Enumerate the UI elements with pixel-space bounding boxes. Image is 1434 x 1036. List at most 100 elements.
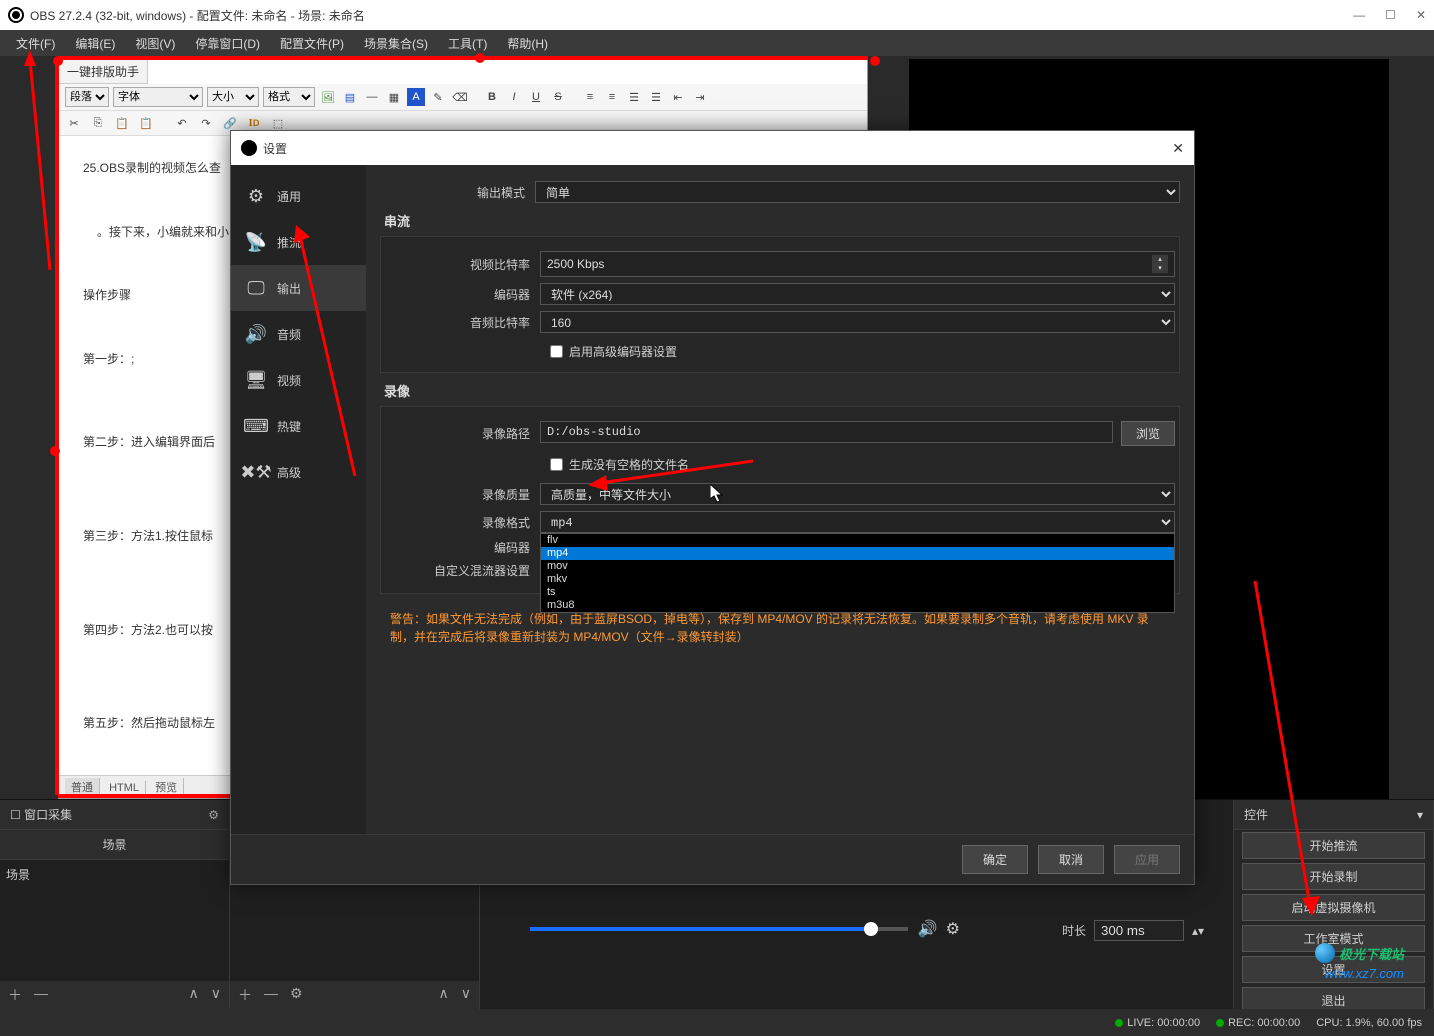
fontcolor-icon[interactable]: A xyxy=(407,88,425,106)
remove-source-button[interactable]: — xyxy=(264,985,278,1005)
image-icon[interactable]: 🖼 xyxy=(319,88,337,106)
redo-icon[interactable]: ↷ xyxy=(197,114,215,132)
sidebar-item-hotkeys[interactable]: ⌨热键 xyxy=(231,403,366,449)
no-space-checkbox[interactable] xyxy=(550,458,563,471)
size-select[interactable]: 大小 xyxy=(207,87,259,107)
paste-icon[interactable]: 📋 xyxy=(113,114,131,132)
advanced-encoder-checkbox[interactable] xyxy=(550,345,563,358)
source-down-button[interactable]: ∨ xyxy=(461,985,471,1005)
video-bitrate-input[interactable] xyxy=(547,255,1152,273)
recording-quality-select[interactable]: 高质量，中等文件大小 xyxy=(540,483,1175,505)
start-virtualcam-button[interactable]: 启动虚拟摄像机 xyxy=(1242,894,1425,921)
format-select[interactable]: 格式 xyxy=(263,87,315,107)
sidebar-item-audio[interactable]: 🔊音频 xyxy=(231,311,366,357)
menu-file[interactable]: 文件(F) xyxy=(6,31,65,56)
start-recording-button[interactable]: 开始录制 xyxy=(1242,863,1425,890)
cancel-button[interactable]: 取消 xyxy=(1038,845,1104,874)
output-mode-select[interactable]: 简单 xyxy=(535,181,1180,203)
hr-icon[interactable]: — xyxy=(363,88,381,106)
source-props-button[interactable]: ⚙ xyxy=(290,985,303,1005)
strike-icon[interactable]: S xyxy=(549,88,567,106)
menubar: 文件(F) 编辑(E) 视图(V) 停靠窗口(D) 配置文件(P) 场景集合(S… xyxy=(0,30,1434,56)
scene-up-button[interactable]: ∧ xyxy=(189,985,199,1005)
apply-button[interactable]: 应用 xyxy=(1114,845,1180,874)
outdent-icon[interactable]: ⇤ xyxy=(669,88,687,106)
italic-icon[interactable]: I xyxy=(505,88,523,106)
mixer-gear-icon[interactable]: ⚙ xyxy=(946,919,960,939)
ok-button[interactable]: 确定 xyxy=(962,845,1028,874)
menu-tools[interactable]: 工具(T) xyxy=(438,31,497,56)
display-icon: 🖥 xyxy=(245,369,267,391)
remove-scene-button[interactable]: — xyxy=(34,985,48,1005)
sidebar-item-advanced[interactable]: ✖⚒高级 xyxy=(231,449,366,495)
add-scene-button[interactable]: ＋ xyxy=(8,985,22,1005)
list-ol-icon[interactable]: ☰ xyxy=(647,88,665,106)
menu-edit[interactable]: 编辑(E) xyxy=(65,31,125,56)
align-left-icon[interactable]: ≡ xyxy=(581,88,599,106)
style-select[interactable]: 段落 xyxy=(65,87,109,107)
recording-path-input[interactable] xyxy=(540,421,1113,443)
live-status: LIVE: 00:00:00 xyxy=(1127,1017,1200,1029)
undo-icon[interactable]: ↶ xyxy=(173,114,191,132)
globe-icon xyxy=(1315,943,1335,963)
gear-icon[interactable]: ⚙ xyxy=(208,808,219,822)
underline-icon[interactable]: U xyxy=(527,88,545,106)
streaming-section: 串流 xyxy=(384,211,1180,230)
menu-scene-collection[interactable]: 场景集合(S) xyxy=(354,31,438,56)
scenes-list[interactable]: 场景 xyxy=(0,860,229,981)
duration-input[interactable] xyxy=(1094,920,1184,941)
film-icon[interactable]: ▤ xyxy=(341,88,359,106)
browse-button[interactable]: 浏览 xyxy=(1121,421,1175,446)
menu-profile[interactable]: 配置文件(P) xyxy=(270,31,354,56)
paste2-icon[interactable]: 📋 xyxy=(137,114,155,132)
sidebar-item-general[interactable]: ⚙通用 xyxy=(231,173,366,219)
add-source-button[interactable]: ＋ xyxy=(238,985,252,1005)
sidebar-item-output[interactable]: 🖵输出 xyxy=(231,265,366,311)
audio-bitrate-select[interactable]: 160 xyxy=(540,311,1175,333)
start-streaming-button[interactable]: 开始推流 xyxy=(1242,832,1425,859)
rec-status-dot xyxy=(1216,1019,1224,1027)
stream-encoder-select[interactable]: 软件 (x264) xyxy=(540,283,1175,305)
format-option-ts[interactable]: ts xyxy=(541,586,1174,599)
format-option-m3u8[interactable]: m3u8 xyxy=(541,599,1174,612)
footer-tab-html[interactable]: HTML xyxy=(103,781,146,795)
scene-down-button[interactable]: ∨ xyxy=(211,985,221,1005)
recording-format-select[interactable]: mp4 xyxy=(540,511,1175,533)
cpu-status: CPU: 1.9%, 60.00 fps xyxy=(1316,1017,1422,1029)
format-option-mov[interactable]: mov xyxy=(541,560,1174,573)
copy-icon[interactable]: ⎘ xyxy=(89,114,107,132)
duration-spin[interactable]: ▴▾ xyxy=(1192,924,1204,938)
highlight-icon[interactable]: ✎ xyxy=(429,88,447,106)
minimize-button[interactable]: — xyxy=(1353,8,1365,22)
statusbar: LIVE: 00:00:00 REC: 00:00:00 CPU: 1.9%, … xyxy=(0,1009,1434,1036)
sidebar-item-stream[interactable]: 📡推流 xyxy=(231,219,366,265)
menu-help[interactable]: 帮助(H) xyxy=(497,31,558,56)
settings-close-button[interactable]: ✕ xyxy=(1172,140,1184,157)
source-up-button[interactable]: ∧ xyxy=(439,985,449,1005)
annotation-arrow-1 xyxy=(10,50,60,280)
cut-icon[interactable]: ✂ xyxy=(65,114,83,132)
list-ul-icon[interactable]: ☰ xyxy=(625,88,643,106)
window-titlebar: OBS 27.2.4 (32-bit, windows) - 配置文件: 未命名… xyxy=(0,0,1434,30)
format-option-mkv[interactable]: mkv xyxy=(541,573,1174,586)
audio-slider-area: 🔊 ⚙ xyxy=(530,909,960,949)
table-icon[interactable]: ▦ xyxy=(385,88,403,106)
maximize-button[interactable]: ☐ xyxy=(1385,8,1396,22)
volume-slider[interactable] xyxy=(530,927,908,931)
window-capture-checkbox[interactable]: ☐ 窗口采集 xyxy=(10,806,72,823)
menu-dock[interactable]: 停靠窗口(D) xyxy=(185,31,270,56)
editor-tab[interactable]: 一键排版助手 xyxy=(59,60,148,84)
menu-view[interactable]: 视图(V) xyxy=(125,31,185,56)
recording-section: 录像 xyxy=(384,381,1180,400)
indent-icon[interactable]: ⇥ xyxy=(691,88,709,106)
eraser-icon[interactable]: ⌫ xyxy=(451,88,469,106)
sidebar-item-video[interactable]: 🖥视频 xyxy=(231,357,366,403)
align-center-icon[interactable]: ≡ xyxy=(603,88,621,106)
close-button[interactable]: ✕ xyxy=(1416,8,1426,22)
speaker-icon[interactable]: 🔊 xyxy=(918,919,938,939)
bold-icon[interactable]: B xyxy=(483,88,501,106)
live-status-dot xyxy=(1115,1019,1123,1027)
format-option-mp4[interactable]: mp4 xyxy=(541,547,1174,560)
font-select[interactable]: 字体 xyxy=(113,87,203,107)
format-option-flv[interactable]: flv xyxy=(541,534,1174,547)
